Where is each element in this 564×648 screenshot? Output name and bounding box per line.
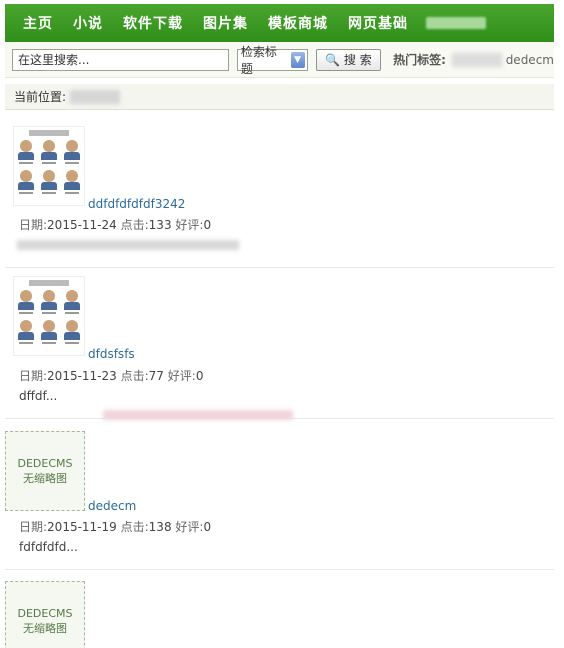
list-item: ddfdfdfdfdf3242 日期:2015-11-24 点击:133 好评:… [5, 126, 554, 268]
rating-value: 0 [203, 218, 212, 232]
clicks-value: 77 [148, 369, 164, 383]
date-label: 日期: [19, 369, 48, 383]
chevron-down-icon: ▼ [290, 51, 305, 68]
search-icon: 🔍 [324, 52, 340, 67]
breadcrumb-label: 当前位置: [14, 90, 67, 104]
rating-value: 0 [203, 520, 212, 534]
article-thumbnail[interactable]: DEDECMS 无缩略图 [5, 581, 85, 648]
nav-item-home[interactable]: 主页 [23, 13, 53, 33]
date-value: 2015-11-23 [47, 369, 117, 383]
date-value: 2015-11-24 [47, 218, 117, 232]
top-nav: 主页 小说 软件下载 图片集 模板商城 网页基础 [5, 4, 554, 42]
article-title[interactable]: ddfdfdfdfdf3242 [88, 197, 185, 211]
search-input[interactable] [12, 48, 229, 71]
article-meta: 日期:2015-11-23 点击:77 好评:0 [19, 367, 203, 384]
clicks-value: 138 [148, 520, 172, 534]
list-item: DEDECMS 无缩略图 [5, 578, 554, 648]
hot-tags-label: 热门标签: [393, 53, 446, 67]
no-thumbnail-brand: DEDECMS [17, 607, 73, 620]
search-bar: 检索标题 ▼ 🔍 搜 索 热门标签: dedecm [5, 42, 554, 78]
article-description: fdfdfdfd... [19, 540, 78, 554]
date-value: 2015-11-19 [47, 520, 117, 534]
breadcrumb: 当前位置: [5, 84, 554, 110]
list-item: DEDECMS 无缩略图 dedecm 日期:2015-11-19 点击:138… [5, 428, 554, 570]
date-label: 日期: [19, 520, 48, 534]
no-thumbnail-text: 无缩略图 [23, 472, 67, 485]
nav-item-gallery[interactable]: 图片集 [203, 13, 248, 33]
article-thumbnail[interactable] [13, 126, 85, 206]
date-label: 日期: [19, 218, 48, 232]
article-description: dffdf... [19, 389, 58, 403]
hot-tag-redacted[interactable] [451, 52, 502, 67]
article-title[interactable]: dedecm [88, 499, 136, 513]
clicks-label: 点击: [120, 218, 149, 232]
search-type-select[interactable]: 检索标题 ▼ [236, 45, 308, 76]
rating-label: 好评: [167, 369, 196, 383]
list-item: dfdsfsfs 日期:2015-11-23 点击:77 好评:0 dffdf.… [5, 276, 554, 420]
rating-value: 0 [195, 369, 204, 383]
no-thumbnail-brand: DEDECMS [17, 457, 73, 470]
nav-item-redacted[interactable] [426, 17, 486, 29]
clicks-label: 点击: [120, 369, 149, 383]
search-button[interactable]: 🔍 搜 索 [315, 48, 382, 71]
clicks-value: 133 [148, 218, 172, 232]
article-thumbnail[interactable] [13, 276, 85, 356]
article-description-redacted [17, 240, 239, 250]
nav-item-software[interactable]: 软件下载 [123, 13, 183, 33]
search-type-value: 检索标题 [240, 44, 277, 76]
breadcrumb-redacted[interactable] [70, 89, 121, 104]
search-button-label: 搜 索 [343, 53, 372, 67]
nav-item-novels[interactable]: 小说 [73, 13, 103, 33]
rating-label: 好评: [175, 520, 204, 534]
clicks-label: 点击: [120, 520, 149, 534]
article-meta: 日期:2015-11-24 点击:133 好评:0 [19, 216, 211, 233]
no-thumbnail-text: 无缩略图 [23, 622, 67, 635]
article-thumbnail[interactable]: DEDECMS 无缩略图 [5, 431, 85, 511]
nav-item-web-basics[interactable]: 网页基础 [348, 13, 408, 33]
article-meta: 日期:2015-11-19 点击:138 好评:0 [19, 518, 211, 535]
rating-label: 好评: [175, 218, 204, 232]
article-title[interactable]: dfdsfsfs [88, 347, 135, 361]
hot-tag-link[interactable]: dedecm [506, 53, 554, 67]
nav-item-templates[interactable]: 模板商城 [268, 13, 328, 33]
redacted-content [103, 410, 293, 420]
